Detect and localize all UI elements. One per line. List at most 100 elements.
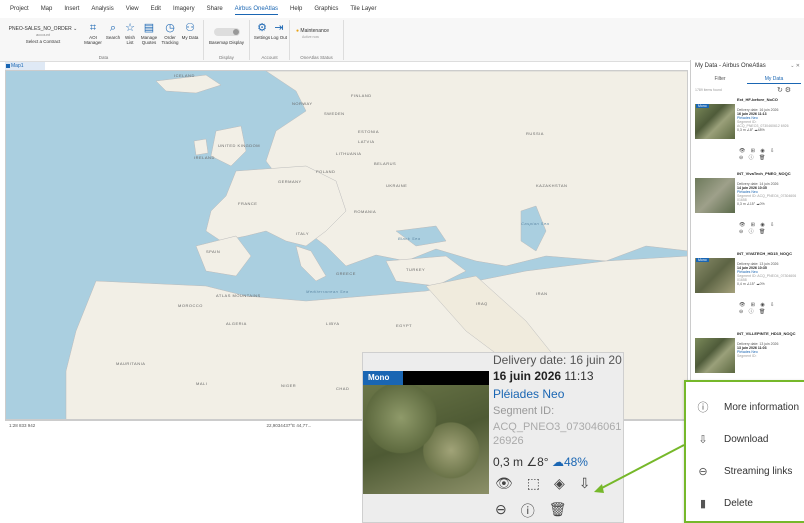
- map-label: IRAQ: [476, 301, 488, 306]
- card-name: Ext_HF-before_NoCO: [737, 97, 778, 102]
- logout-button[interactable]: ⇥ Log Out: [271, 22, 287, 40]
- cloud-value: ☁48%: [551, 455, 588, 469]
- map-label: LATVIA: [358, 139, 375, 144]
- time-value: 11:13: [564, 369, 594, 383]
- order-tracking-button[interactable]: ◷ Order Tracking: [160, 22, 180, 45]
- tab-airbus-oneatlas[interactable]: Airbus OneAtlas: [234, 4, 279, 15]
- card-segment: Segment ID:: [737, 354, 757, 358]
- status-group-label: OneAtlas Status: [300, 55, 333, 60]
- manage-quotes-label: Manage Quotes: [140, 35, 158, 45]
- info-icon[interactable]: ⓘ: [521, 501, 535, 521]
- trash-icon[interactable]: 🗑: [549, 501, 567, 521]
- contract-select[interactable]: PNEO-SALES_NO_ORDER ⌄ account Select a C…: [8, 26, 78, 44]
- settings-button[interactable]: ⚙ Settings: [253, 22, 271, 40]
- contract-label: Select a Contract: [25, 39, 61, 44]
- map-label: ESTONIA: [358, 129, 379, 134]
- tab-edit[interactable]: Edit: [151, 4, 161, 14]
- card-segment: Segment ID: ACQ_PNEO4_07304606 01658: [737, 274, 797, 282]
- menu-item-streaming-links[interactable]: ⊖ Streaming links: [686, 456, 804, 488]
- my-data-label: My Data: [181, 35, 199, 40]
- search-button[interactable]: ⌕ Search: [104, 22, 122, 40]
- menu-label: Streaming links: [724, 466, 793, 477]
- tab-view[interactable]: View: [126, 4, 139, 14]
- tab-graphics[interactable]: Graphics: [314, 4, 338, 14]
- map-label: KAZAKHSTAN: [536, 183, 568, 188]
- data-card[interactable]: Mono INT_VIVATECH_HD15_NOQC Delivery dat…: [695, 250, 799, 330]
- tracking-icon: ◷: [165, 22, 175, 34]
- display-group: Basemap Display Display: [204, 20, 250, 60]
- tab-project[interactable]: Project: [10, 4, 29, 14]
- wish-list-button[interactable]: ☆ Wish List: [122, 22, 138, 45]
- tab-analysis[interactable]: Analysis: [91, 4, 113, 14]
- logout-label: Log Out: [271, 35, 288, 40]
- trash-icon: ▮: [699, 498, 707, 510]
- my-data-button[interactable]: ⚇ My Data: [181, 22, 199, 40]
- logout-icon: ⇥: [274, 22, 284, 34]
- basemap-toggle[interactable]: [214, 28, 240, 36]
- thumbnail: [695, 338, 735, 373]
- maintenance-label: Maintenance: [300, 28, 330, 34]
- card-actions[interactable]: 👁 ⊞ ◉ ⇩ ⊖ ⓘ 🗑: [739, 222, 776, 235]
- scale-select[interactable]: 1:28 833 942: [9, 423, 35, 428]
- tab-help[interactable]: Help: [290, 4, 302, 14]
- eye-icon[interactable]: 👁: [495, 475, 513, 492]
- card-stats: 0,3 m ∠15° ☁0%: [737, 202, 765, 206]
- data-group: PNEO-SALES_NO_ORDER ⌄ account Select a C…: [4, 20, 204, 60]
- pin-icon[interactable]: ⌄ ✕: [790, 63, 800, 69]
- card-actions[interactable]: 👁 ⊞ ◉ ⇩ ⊖ ⓘ 🗑: [739, 302, 776, 315]
- map-label: GREECE: [336, 271, 356, 276]
- thumbnail: [695, 258, 735, 293]
- link-icon[interactable]: ⊖: [495, 501, 507, 521]
- data-group-label: Data: [98, 55, 109, 60]
- menu-item-more-information[interactable]: ⓘ More information: [686, 392, 804, 424]
- map-label: LITHUANIA: [336, 151, 362, 156]
- tab-map[interactable]: Map: [41, 4, 53, 14]
- order-tracking-label: Order Tracking: [161, 35, 179, 45]
- map-label: LIBYA: [326, 321, 340, 326]
- aoi-manager-button[interactable]: ⌗ AOI Manager: [84, 22, 102, 45]
- data-card[interactable]: Mono Ext_HF-before_NoCO Delivery date: 1…: [695, 96, 799, 176]
- footprint-icon[interactable]: ⬚: [527, 475, 540, 492]
- download-icon: ⇩: [698, 434, 708, 446]
- map-label: NORWAY: [292, 101, 313, 106]
- map-tab[interactable]: Map1: [5, 62, 45, 70]
- map-label: FRANCE: [238, 201, 258, 206]
- account-group-label: Account: [261, 55, 278, 60]
- date-value: 16 juin 2026: [493, 369, 562, 383]
- menubar: Project Map Insert Analysis View Edit Im…: [0, 0, 804, 18]
- satellite-name: Pléiades Neo: [493, 387, 565, 401]
- manage-quotes-button[interactable]: ▤ Manage Quotes: [139, 22, 159, 45]
- menu-label: Download: [724, 434, 769, 445]
- chevron-down-icon: ⌄: [73, 26, 78, 32]
- acquisition-date: 16 juin 2026 11:13: [493, 369, 594, 383]
- ribbon: PNEO-SALES_NO_ORDER ⌄ account Select a C…: [0, 18, 804, 62]
- data-card[interactable]: INT_VivaTech_PNEO_NOQC Delivery date: 14…: [695, 170, 799, 250]
- refresh-icon[interactable]: ↻ ⚙: [777, 86, 791, 94]
- search-icon: ⌕: [109, 22, 117, 34]
- map-label: IRAN: [536, 291, 548, 296]
- map-label: NIGER: [281, 383, 297, 388]
- maintenance-status[interactable]: ● Maintenance: [296, 28, 329, 34]
- search-label: Search: [105, 35, 121, 40]
- angle-value: ∠8°: [526, 455, 549, 469]
- menu-label: Delete: [724, 498, 753, 509]
- locate-icon[interactable]: ◈: [554, 475, 565, 492]
- map-label: SPAIN: [206, 249, 221, 254]
- tab-share[interactable]: Share: [207, 4, 223, 14]
- card-segment: Segment ID: ACQ_PNEO4_07304606 01658: [737, 194, 797, 202]
- mono-badge: Mono: [363, 371, 403, 385]
- menu-item-delete[interactable]: ▮ Delete: [686, 488, 804, 520]
- tab-my-data[interactable]: My Data: [747, 74, 801, 84]
- tab-insert[interactable]: Insert: [64, 4, 79, 14]
- tab-filter[interactable]: Filter: [693, 74, 747, 84]
- tab-imagery[interactable]: Imagery: [173, 4, 195, 14]
- map-label: ALGERIA: [226, 321, 247, 326]
- mono-badge: Mono: [696, 258, 709, 262]
- download-icon[interactable]: ⇩: [579, 475, 591, 492]
- tab-tile-layer[interactable]: Tile Layer: [350, 4, 376, 14]
- map-label: Mediterranean Sea: [306, 289, 349, 294]
- card-meta: Delivery date: 13 juin 2026 14 juin 2026…: [737, 262, 799, 286]
- map-label: Black Sea: [398, 236, 421, 241]
- menu-item-download[interactable]: ⇩ Download: [686, 424, 804, 456]
- card-actions[interactable]: 👁 ⊞ ◉ ⇩ ⊖ ⓘ 🗑: [739, 148, 776, 161]
